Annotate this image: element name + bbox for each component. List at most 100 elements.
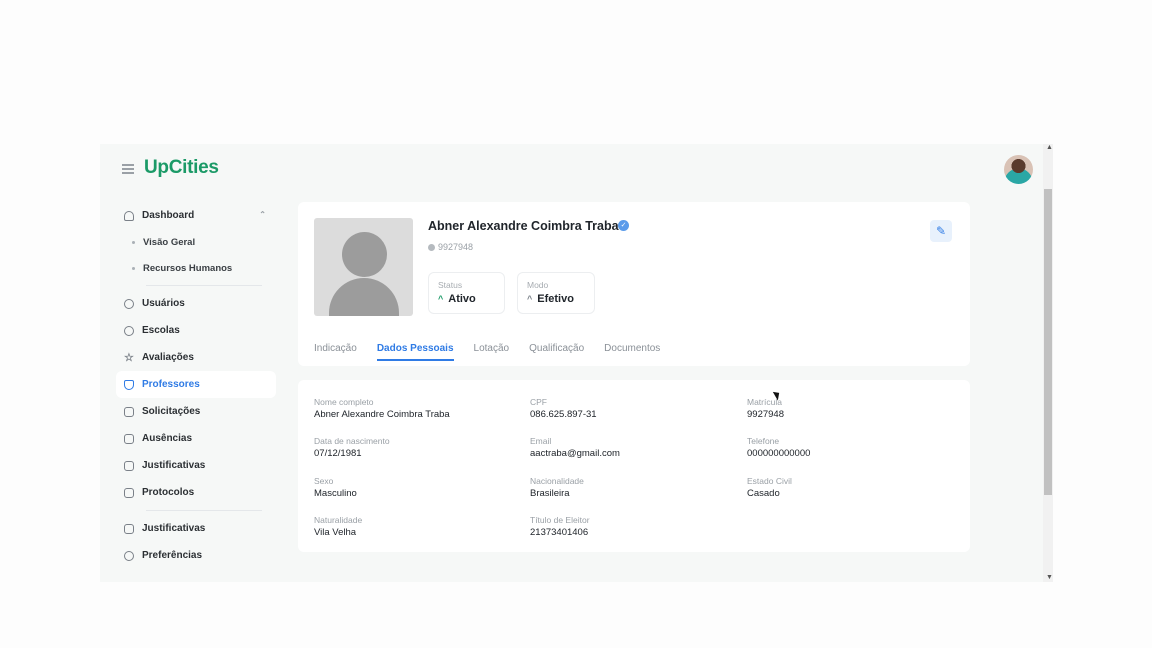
sidebar-item-professores[interactable]: Professores: [116, 371, 276, 398]
field-label: Nome completo: [314, 397, 374, 407]
sidebar-subitem-label: Recursos Humanos: [143, 262, 233, 274]
sidebar-item-ausencias[interactable]: Ausências: [116, 425, 276, 452]
gear-icon: [124, 550, 134, 561]
home-icon: [124, 210, 134, 221]
field-value: 21373401406: [530, 527, 589, 538]
user-icon: [124, 298, 134, 309]
sidebar-item-label: Ausências: [142, 433, 193, 444]
status-value: Ativo: [448, 293, 476, 305]
sidebar-item-label: Justificativas: [142, 523, 206, 534]
bullet-icon: [132, 240, 135, 244]
field-value: 000000000000: [747, 448, 811, 459]
field-label: Data de nascimento: [314, 436, 390, 446]
personal-data-card: Nome completo Abner Alexandre Coimbra Tr…: [298, 380, 970, 552]
tab-dados-pessoais[interactable]: Dados Pessoais: [376, 343, 454, 361]
status-pill: Status ^ Ativo: [428, 272, 505, 314]
sidebar-item-label: Protocolos: [142, 487, 195, 498]
field-value: aactraba@gmail.com: [530, 448, 620, 459]
vertical-scrollbar[interactable]: ▲ ▼: [1043, 144, 1053, 582]
field-cpf: CPF 086.625.897-31: [530, 397, 597, 420]
star-icon: ☆: [124, 351, 134, 364]
sidebar-item-usuarios[interactable]: Usuários: [116, 290, 276, 317]
pencil-icon: ✎: [935, 224, 947, 238]
avatar-body-shape: [329, 278, 399, 316]
graduation-cap-icon: [124, 379, 134, 390]
user-avatar[interactable]: [1004, 155, 1033, 184]
field-nome-completo: Nome completo Abner Alexandre Coimbra Tr…: [314, 397, 450, 420]
field-nacionalidade: Nacionalidade Brasileira: [530, 476, 584, 499]
sidebar-item-solicitacoes[interactable]: Solicitações: [116, 398, 276, 425]
caret-up-icon: ^: [527, 294, 533, 304]
profile-id: 9927948: [428, 242, 473, 252]
tab-indicacao[interactable]: Indicação: [314, 343, 357, 361]
tab-qualificacao[interactable]: Qualificação: [529, 343, 584, 361]
profile-name: Abner Alexandre Coimbra Traba: [428, 219, 619, 233]
profile-photo-placeholder: [314, 218, 413, 316]
hamburger-menu-icon[interactable]: [122, 164, 134, 176]
user-id-icon: [428, 244, 435, 251]
school-icon: [124, 325, 134, 336]
sidebar-subitem-label: Visão Geral: [143, 236, 196, 248]
field-label: Email: [530, 436, 552, 446]
profile-card: Abner Alexandre Coimbra Traba ✓ 9927948 …: [298, 202, 970, 366]
sidebar-item-justificativas-2[interactable]: Justificativas: [116, 515, 276, 542]
field-value: 9927948: [747, 409, 784, 420]
field-label: Naturalidade: [314, 515, 363, 525]
app-logo[interactable]: UpCities: [144, 157, 219, 179]
sidebar-item-protocolos[interactable]: Protocolos: [116, 479, 276, 506]
document-icon: [124, 406, 134, 417]
document-icon: [124, 487, 134, 498]
verified-badge-icon: ✓: [618, 220, 629, 231]
modo-label: Modo: [527, 280, 549, 290]
sidebar-subitem-recursos-humanos[interactable]: Recursos Humanos: [116, 255, 276, 281]
sidebar-item-label: Solicitações: [142, 406, 201, 417]
sidebar-item-label: Dashboard: [142, 210, 195, 221]
sidebar: Dashboard ⌃ Visão Geral Recursos Humanos…: [116, 202, 276, 569]
tab-documentos[interactable]: Documentos: [604, 343, 660, 361]
field-estado-civil: Estado Civil Casado: [747, 476, 792, 499]
sidebar-item-escolas[interactable]: Escolas: [116, 317, 276, 344]
sidebar-subitem-visao-geral[interactable]: Visão Geral: [116, 229, 276, 255]
field-data-nascimento: Data de nascimento 07/12/1981: [314, 436, 390, 459]
sidebar-item-label: Professores: [142, 379, 200, 390]
chevron-up-icon[interactable]: ⌃: [259, 210, 266, 219]
document-icon: [124, 523, 134, 534]
sidebar-item-label: Escolas: [142, 325, 180, 336]
field-naturalidade: Naturalidade Vila Velha: [314, 515, 362, 538]
modo-pill: Modo ^ Efetivo: [517, 272, 595, 314]
field-label: Nacionalidade: [530, 476, 584, 486]
tab-lotacao[interactable]: Lotação: [474, 343, 510, 361]
sidebar-item-justificativas[interactable]: Justificativas: [116, 452, 276, 479]
field-value: 07/12/1981: [314, 448, 362, 459]
sidebar-item-dashboard[interactable]: Dashboard ⌃: [116, 202, 276, 229]
field-value: Abner Alexandre Coimbra Traba: [314, 409, 450, 420]
field-matricula: Matrícula 9927948: [747, 397, 784, 420]
scroll-down-arrow-icon[interactable]: ▼: [1046, 574, 1053, 582]
sidebar-item-preferencias[interactable]: Preferências: [116, 542, 276, 569]
sidebar-divider: [146, 285, 262, 286]
sidebar-item-label: Usuários: [142, 298, 185, 309]
field-label: CPF: [530, 397, 547, 407]
field-telefone: Telefone 000000000000: [747, 436, 810, 459]
caret-up-icon: ^: [438, 294, 444, 304]
app-window: UpCities Dashboard ⌃ Visão Geral Recurso…: [100, 144, 1043, 582]
bullet-icon: [132, 266, 135, 270]
edit-button[interactable]: ✎: [930, 220, 952, 242]
sidebar-item-label: Preferências: [142, 550, 203, 561]
field-value: Brasileira: [530, 488, 570, 499]
field-value: Casado: [747, 488, 780, 499]
sidebar-item-label: Avaliações: [142, 352, 194, 363]
sidebar-divider: [146, 510, 262, 511]
field-titulo-eleitor: Título de Eleitor 21373401406: [530, 515, 590, 538]
scrollbar-thumb[interactable]: [1044, 189, 1052, 495]
document-icon: [124, 460, 134, 471]
sidebar-item-label: Justificativas: [142, 460, 206, 471]
sidebar-item-avaliacoes[interactable]: ☆ Avaliações: [116, 344, 276, 371]
avatar-head-shape: [342, 232, 387, 277]
field-label: Telefone: [747, 436, 780, 446]
profile-id-value: 9927948: [438, 242, 474, 252]
profile-tabs: Indicação Dados Pessoais Lotação Qualifi…: [314, 343, 680, 361]
field-label: Sexo: [314, 476, 334, 486]
scroll-up-arrow-icon[interactable]: ▲: [1046, 144, 1053, 152]
modo-value: Efetivo: [537, 293, 574, 305]
